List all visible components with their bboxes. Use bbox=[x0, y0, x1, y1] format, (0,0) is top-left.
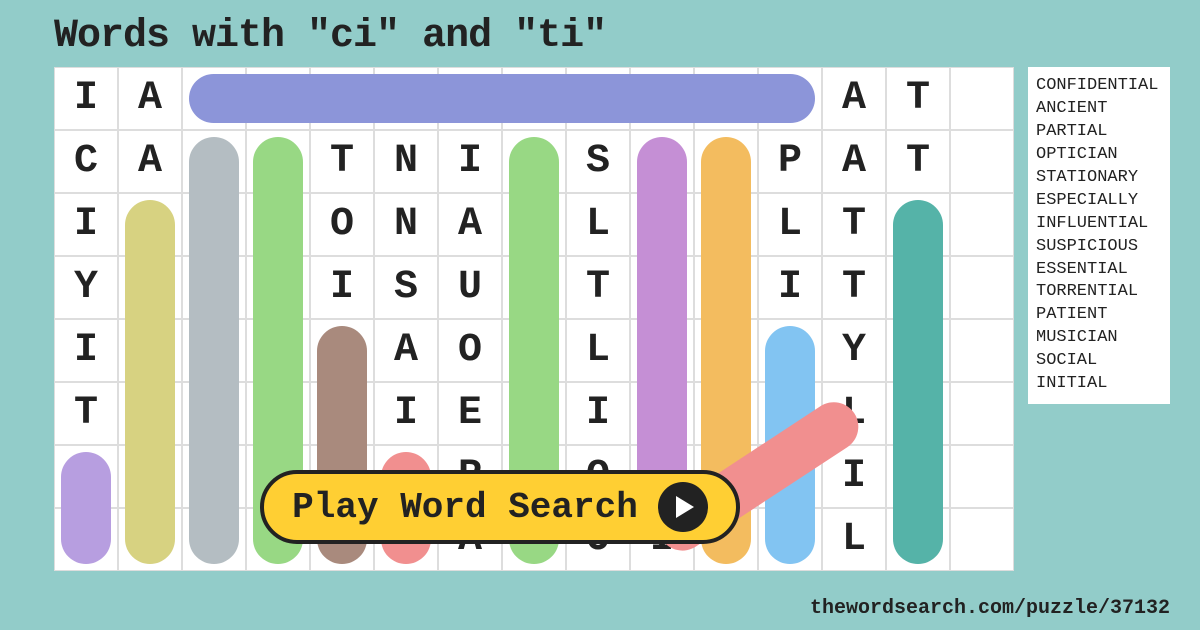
grid-cell[interactable]: A bbox=[374, 319, 438, 382]
play-icon bbox=[658, 482, 708, 532]
grid-cell[interactable]: A bbox=[118, 130, 182, 193]
word-list-item: ANCIENT bbox=[1036, 98, 1162, 121]
grid-cell[interactable]: T bbox=[54, 382, 118, 445]
word-list-item: TORRENTIAL bbox=[1036, 281, 1162, 304]
grid-cell[interactable]: I bbox=[374, 382, 438, 445]
grid-cell[interactable]: E bbox=[438, 382, 502, 445]
word-list: CONFIDENTIALANCIENTPARTIALOPTICIANSTATIO… bbox=[1028, 67, 1170, 404]
grid-cell[interactable] bbox=[950, 130, 1014, 193]
grid-cell[interactable]: I bbox=[758, 256, 822, 319]
footer-url: thewordsearch.com/puzzle/37132 bbox=[810, 597, 1170, 620]
grid-cell[interactable]: C bbox=[54, 130, 118, 193]
grid-cell[interactable] bbox=[950, 445, 1014, 508]
word-highlight bbox=[189, 137, 239, 564]
grid-cell[interactable]: T bbox=[822, 256, 886, 319]
grid-cell[interactable]: I bbox=[310, 256, 374, 319]
grid-cell[interactable]: Y bbox=[54, 256, 118, 319]
grid-cell[interactable]: O bbox=[438, 319, 502, 382]
word-list-item: PARTIAL bbox=[1036, 121, 1162, 144]
grid-cell[interactable]: I bbox=[566, 382, 630, 445]
grid-cell[interactable]: A bbox=[118, 67, 182, 130]
grid-cell[interactable]: T bbox=[566, 256, 630, 319]
grid-cell[interactable]: A bbox=[822, 130, 886, 193]
word-list-item: INFLUENTIAL bbox=[1036, 213, 1162, 236]
grid-cell[interactable] bbox=[950, 319, 1014, 382]
grid-cell[interactable]: T bbox=[310, 130, 374, 193]
word-list-item: ESPECIALLY bbox=[1036, 190, 1162, 213]
grid-cell[interactable]: N bbox=[374, 130, 438, 193]
word-highlight bbox=[893, 200, 943, 564]
grid-cell[interactable]: L bbox=[566, 193, 630, 256]
grid-cell[interactable]: L bbox=[566, 319, 630, 382]
grid-cell[interactable]: S bbox=[566, 130, 630, 193]
grid-cell[interactable] bbox=[950, 256, 1014, 319]
grid-cell[interactable]: I bbox=[54, 193, 118, 256]
grid-cell[interactable]: T bbox=[886, 130, 950, 193]
grid-cell[interactable]: N bbox=[374, 193, 438, 256]
play-word-search-button[interactable]: Play Word Search bbox=[260, 470, 740, 544]
grid-cell[interactable]: O bbox=[310, 193, 374, 256]
grid-cell[interactable]: T bbox=[886, 67, 950, 130]
word-list-item: SUSPICIOUS bbox=[1036, 236, 1162, 259]
grid-cell[interactable]: A bbox=[822, 67, 886, 130]
grid-cell[interactable]: S bbox=[374, 256, 438, 319]
word-list-item: ESSENTIAL bbox=[1036, 259, 1162, 282]
word-highlight bbox=[125, 200, 175, 564]
word-highlight bbox=[61, 452, 111, 564]
grid-cell[interactable] bbox=[950, 382, 1014, 445]
grid-cell[interactable]: T bbox=[822, 193, 886, 256]
word-list-item: STATIONARY bbox=[1036, 167, 1162, 190]
word-highlight bbox=[189, 74, 815, 123]
grid-cell[interactable]: U bbox=[438, 256, 502, 319]
grid-cell[interactable]: I bbox=[54, 319, 118, 382]
grid-cell[interactable] bbox=[950, 193, 1014, 256]
word-list-item: SOCIAL bbox=[1036, 350, 1162, 373]
word-highlight bbox=[637, 137, 687, 501]
grid-cell[interactable]: L bbox=[822, 508, 886, 571]
page-title: Words with "ci" and "ti" bbox=[0, 0, 1200, 67]
grid-cell[interactable]: Y bbox=[822, 319, 886, 382]
grid-cell[interactable] bbox=[950, 508, 1014, 571]
grid-cell[interactable] bbox=[950, 67, 1014, 130]
grid-cell[interactable]: I bbox=[438, 130, 502, 193]
word-list-item: INITIAL bbox=[1036, 373, 1162, 396]
word-list-item: CONFIDENTIAL bbox=[1036, 75, 1162, 98]
grid-cell[interactable]: P bbox=[758, 130, 822, 193]
word-list-item: MUSICIAN bbox=[1036, 327, 1162, 350]
grid-cell[interactable]: A bbox=[438, 193, 502, 256]
word-list-item: PATIENT bbox=[1036, 304, 1162, 327]
grid-cell[interactable]: L bbox=[758, 193, 822, 256]
word-list-item: OPTICIAN bbox=[1036, 144, 1162, 167]
grid-cell[interactable]: I bbox=[54, 67, 118, 130]
play-button-label: Play Word Search bbox=[292, 487, 638, 528]
